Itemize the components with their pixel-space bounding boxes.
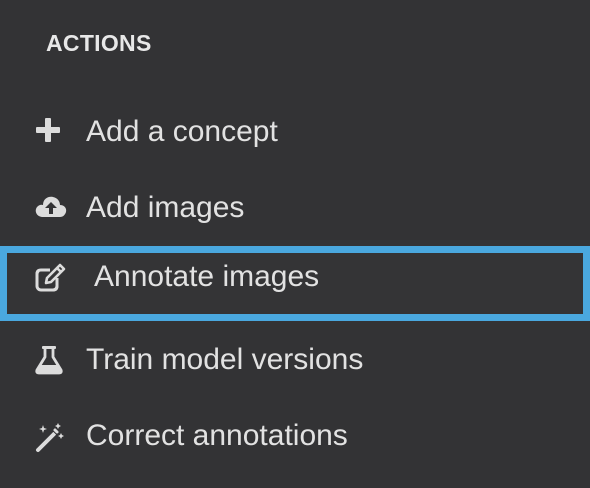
action-label: Correct annotations (86, 419, 348, 452)
action-add-images[interactable]: Add images (0, 177, 590, 237)
plus-icon (34, 117, 64, 145)
action-train-model-versions[interactable]: Train model versions (0, 329, 590, 389)
magic-wand-icon (34, 421, 64, 452)
actions-panel: ACTIONS Add a concept Add images Annotat… (0, 0, 590, 488)
flask-icon (34, 345, 64, 375)
action-annotate-images[interactable]: Annotate images (0, 246, 590, 321)
action-label: Train model versions (86, 343, 364, 376)
cloud-upload-icon (34, 193, 67, 221)
action-label: Add images (86, 191, 245, 224)
action-add-concept[interactable]: Add a concept (0, 101, 590, 161)
edit-icon (34, 262, 66, 292)
action-correct-annotations[interactable]: Correct annotations (0, 405, 590, 465)
action-label: Add a concept (86, 115, 278, 148)
actions-heading: ACTIONS (46, 30, 152, 56)
action-label: Annotate images (94, 260, 320, 293)
